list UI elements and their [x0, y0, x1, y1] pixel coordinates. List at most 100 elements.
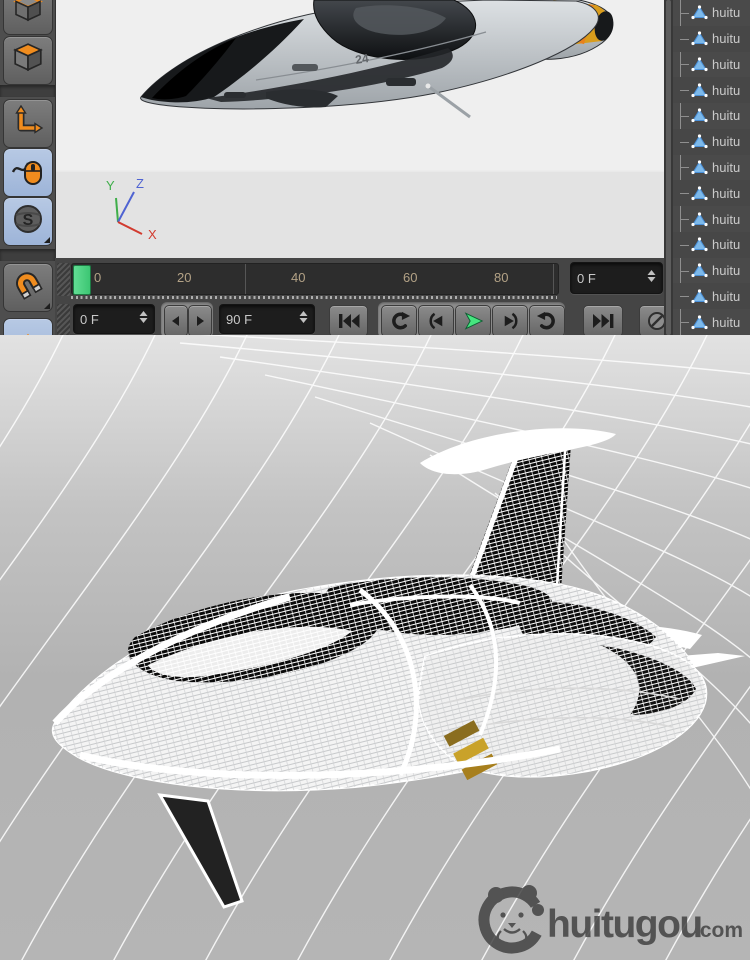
axis-gizmo: Y Z X: [106, 176, 157, 240]
play-forwards-button[interactable]: [529, 305, 565, 335]
object-label: huitu: [712, 82, 741, 98]
object-label: huitu: [712, 211, 741, 227]
object-list-item[interactable]: huitu: [673, 128, 750, 155]
object-list-item[interactable]: huitu: [673, 52, 750, 78]
edge-mode-button[interactable]: [3, 0, 53, 35]
snap-sphere-button[interactable]: S: [3, 197, 53, 246]
transport-grip[interactable]: [57, 304, 70, 335]
previous-frame-icon: [429, 312, 442, 330]
tree-connector: [680, 167, 689, 169]
mouse-navigation-icon: [10, 153, 46, 192]
object-label: huitu: [712, 31, 741, 47]
object-label: huitu: [712, 263, 741, 279]
timeline-ruler[interactable]: 0 20 40 60 80: [71, 263, 559, 295]
play-icon: [464, 312, 483, 330]
tree-connector: [680, 219, 689, 220]
mouse-navigation-button[interactable]: [3, 148, 53, 197]
play-button[interactable]: [455, 305, 491, 335]
object-list-item[interactable]: huitu: [673, 180, 750, 207]
panel-splitter[interactable]: [664, 0, 673, 335]
object-list-item[interactable]: huitu: [673, 103, 750, 129]
ruler-ticks: [71, 296, 557, 299]
object-manager-panel: huitu huitu huitu huitu huitu huitu huit…: [673, 0, 750, 335]
viewport[interactable]: 24 Y Z X: [56, 0, 664, 258]
spinner-icon[interactable]: [299, 310, 308, 328]
tree-connector: [680, 12, 689, 14]
go-to-start-button[interactable]: [329, 305, 368, 335]
spinner-icon[interactable]: [647, 269, 656, 287]
previous-frame-button[interactable]: [418, 305, 454, 335]
end-frame-value: 90 F: [226, 311, 253, 327]
polygon-object-icon: [691, 108, 708, 123]
play-backwards-icon: [391, 311, 410, 330]
snap-letter: S: [23, 212, 34, 229]
object-label: huitu: [712, 288, 741, 304]
partial-tool-button[interactable]: [3, 318, 53, 335]
object-label: huitu: [712, 159, 741, 175]
polygon-object-icon: [691, 314, 708, 329]
axis-y-label: Y: [106, 178, 115, 193]
object-list-item[interactable]: huitu: [673, 0, 750, 26]
cube-polygon-mode-icon: [12, 42, 44, 79]
object-list-item[interactable]: huitu: [673, 258, 750, 284]
toolbar-separator: [0, 85, 55, 97]
timeline-grip[interactable]: [57, 263, 70, 296]
start-frame-value: 0 F: [80, 311, 99, 327]
axis-mode-button[interactable]: [3, 99, 53, 148]
object-list-item[interactable]: huitu: [673, 283, 750, 310]
polygon-object-icon: [691, 83, 708, 97]
ruler-label: 0: [94, 270, 102, 285]
object-list-item[interactable]: huitu: [673, 309, 750, 335]
axis-z-label: Z: [136, 176, 144, 191]
spinner-icon[interactable]: [139, 310, 148, 328]
magnet-snap-icon: [11, 268, 45, 307]
object-list-item[interactable]: huitu: [673, 77, 750, 104]
timeline-area: 0 20 40 60 80 0 F 0 F 90 F: [55, 258, 675, 335]
go-to-start-icon: [338, 314, 359, 328]
play-backwards-button[interactable]: [381, 305, 417, 335]
ruler-label: 40: [291, 270, 306, 285]
submenu-corner: [44, 237, 50, 243]
ruler-marker-line: [245, 264, 246, 294]
tree-connector: [680, 244, 689, 246]
tree-connector: [680, 90, 689, 92]
current-frame-field[interactable]: 0 F: [570, 262, 663, 294]
ruler-label: 20: [177, 270, 192, 285]
ruler-label: 80: [494, 270, 509, 285]
polygon-object-icon: [691, 57, 708, 72]
polygon-object-icon: [691, 31, 708, 46]
object-label: huitu: [712, 108, 741, 124]
object-list-item[interactable]: huitu: [673, 155, 750, 181]
object-label: huitu: [712, 237, 741, 253]
c4d-editor-region: S 24 Y Z X 0 20 40 60 80 0 F 0 F 90 F hu…: [0, 0, 750, 335]
polygon-object-icon: [691, 134, 708, 149]
object-list-item[interactable]: huitu: [673, 25, 750, 52]
object-label: huitu: [712, 56, 741, 72]
wireframe-render-view: huitugou .com: [0, 254, 750, 960]
screenshot-root: S 24 Y Z X 0 20 40 60 80 0 F 0 F 90 F hu…: [0, 0, 750, 960]
object-list-item[interactable]: huitu: [673, 206, 750, 232]
step-back-button[interactable]: [164, 305, 188, 335]
next-frame-icon: [504, 312, 517, 330]
polygon-mode-button[interactable]: [3, 36, 53, 85]
go-to-end-icon: [593, 314, 614, 328]
step-forward-button[interactable]: [188, 305, 212, 335]
frame-step-group: [161, 302, 213, 335]
tree-connector: [680, 296, 689, 298]
cube-edge-mode-icon: [13, 0, 43, 28]
polygon-object-icon: [691, 289, 708, 303]
object-list-item[interactable]: huitu: [673, 231, 750, 258]
end-frame-field[interactable]: 90 F: [219, 304, 315, 334]
snap-sphere-icon: S: [11, 202, 45, 241]
polygon-object-icon: [691, 186, 708, 200]
step-back-icon: [172, 316, 179, 326]
timeline-playhead[interactable]: [73, 265, 91, 295]
tree-connector: [680, 38, 689, 40]
ruler-marker-line: [553, 264, 554, 294]
splitter-bar: [666, 0, 671, 335]
go-to-end-button[interactable]: [583, 305, 623, 335]
tree-connector: [680, 322, 689, 324]
magnet-snap-button[interactable]: [3, 263, 53, 312]
start-frame-field[interactable]: 0 F: [73, 304, 155, 334]
next-frame-button[interactable]: [492, 305, 528, 335]
